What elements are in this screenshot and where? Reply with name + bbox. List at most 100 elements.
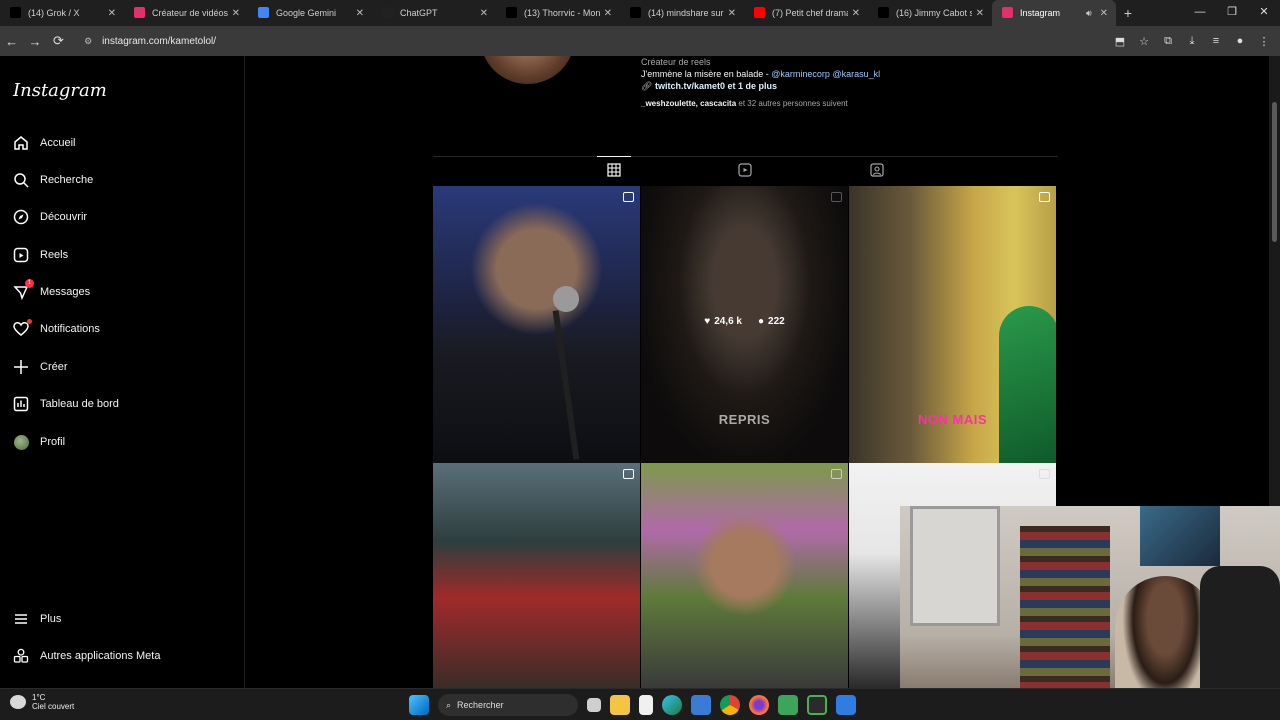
sidebar-item-label: Découvrir bbox=[40, 211, 88, 223]
browser-tab[interactable]: (14) Grok / X ✕ bbox=[0, 0, 124, 26]
site-info-icon[interactable]: ⚙ bbox=[84, 36, 96, 47]
address-bar-row: ← → ⟳ ⚙ instagram.com/kametolol/ ⬒ ☆ ⧉ ⤓… bbox=[0, 26, 1280, 56]
profile-avatar-wrap bbox=[12, 433, 30, 451]
browser-tab[interactable]: (13) Thorrvic - Monte ✕ bbox=[496, 0, 620, 26]
tab-title: (16) Jimmy Cabot sur bbox=[896, 8, 972, 18]
taskbar-search[interactable]: ⌕ Rechercher bbox=[438, 694, 578, 716]
likes-count: ♥ 24,6 k bbox=[704, 316, 742, 327]
media-controls-icon[interactable]: ≡ bbox=[1204, 35, 1228, 48]
close-tab-icon[interactable]: ✕ bbox=[976, 8, 984, 19]
chrome-icon[interactable] bbox=[720, 695, 740, 715]
close-tab-icon[interactable]: ✕ bbox=[480, 8, 488, 19]
grid-post[interactable]: NON MAIS bbox=[849, 186, 1056, 463]
bio-link-row[interactable]: 🔗︎ twitch.tv/kamet0 et 1 de plus bbox=[641, 80, 880, 92]
notification-dot bbox=[27, 319, 32, 324]
mention-link[interactable]: @karminecorp bbox=[771, 69, 830, 79]
weather-temp: 1°C bbox=[32, 693, 46, 702]
tab-title: (14) mindshare sur X bbox=[648, 8, 724, 18]
app-icon-2[interactable] bbox=[836, 695, 856, 715]
scrollbar-thumb[interactable] bbox=[1272, 102, 1277, 242]
sidebar-item-meta-apps[interactable]: Autres applications Meta bbox=[12, 641, 232, 671]
download-icon[interactable]: ⤓ bbox=[1180, 35, 1204, 48]
browser-tab[interactable]: Google Gemini ✕ bbox=[248, 0, 372, 26]
window-controls: — ❐ ✕ bbox=[1184, 0, 1280, 26]
close-tab-icon[interactable]: ✕ bbox=[1100, 8, 1108, 19]
grid-post[interactable] bbox=[433, 186, 640, 463]
browser-tab[interactable]: (16) Jimmy Cabot sur ✕ bbox=[868, 0, 992, 26]
close-tab-icon[interactable]: ✕ bbox=[356, 8, 364, 19]
sidebar-item-tableau-de-bord[interactable]: Tableau de bord bbox=[12, 389, 232, 419]
heart-filled-icon: ♥ bbox=[704, 316, 711, 327]
windows-start-icon[interactable] bbox=[409, 695, 429, 715]
external-link[interactable]: twitch.tv/kamet0 et 1 de plus bbox=[655, 81, 777, 91]
close-tab-icon[interactable]: ✕ bbox=[852, 8, 860, 19]
file-explorer-icon[interactable] bbox=[610, 695, 630, 715]
store-icon[interactable] bbox=[691, 695, 711, 715]
bio-text: J'emmène la misère en balade - bbox=[641, 69, 772, 79]
sidebar-item-notifications[interactable]: Notifications bbox=[12, 314, 232, 344]
close-tab-icon[interactable]: ✕ bbox=[728, 8, 736, 19]
profile-picture[interactable] bbox=[480, 56, 575, 84]
grid-icon bbox=[607, 163, 621, 177]
close-tab-icon[interactable]: ✕ bbox=[232, 8, 240, 19]
weather-widget[interactable]: 1°C Ciel couvert bbox=[10, 693, 74, 711]
sidebar-item-reels[interactable]: Reels bbox=[12, 240, 232, 270]
sidebar-item-creer[interactable]: Créer bbox=[12, 352, 232, 382]
grid-post[interactable] bbox=[433, 463, 640, 688]
close-tab-icon[interactable]: ✕ bbox=[604, 8, 612, 19]
new-tab-button[interactable]: + bbox=[1116, 5, 1140, 21]
grid-post[interactable]: ♥ 24,6 k ● 222 REPRIS bbox=[641, 186, 848, 463]
sidebar-item-decouvrir[interactable]: Découvrir bbox=[12, 202, 232, 232]
cloud-icon bbox=[10, 695, 26, 709]
grid-post[interactable] bbox=[641, 463, 848, 688]
instagram-icon bbox=[1002, 7, 1013, 18]
browser-menu-icon[interactable]: ⋮ bbox=[1252, 35, 1276, 48]
task-view-icon[interactable] bbox=[587, 698, 601, 712]
browser-tab[interactable]: Créateur de vidéos e ✕ bbox=[124, 0, 248, 26]
browser-tab-strip: (14) Grok / X ✕ Créateur de vidéos e ✕ Googl… bbox=[0, 0, 1280, 26]
reload-icon[interactable]: ⟳ bbox=[47, 33, 70, 49]
mention-link[interactable]: @karasu_kl bbox=[832, 69, 880, 79]
extensions-icon[interactable]: ⧉ bbox=[1156, 35, 1180, 48]
edge-icon[interactable] bbox=[662, 695, 682, 715]
minimize-icon[interactable]: — bbox=[1184, 0, 1216, 26]
sidebar-item-messages[interactable]: 1 Messages bbox=[12, 277, 232, 307]
search-icon: ⌕ bbox=[446, 699, 452, 710]
profile-category: Créateur de reels bbox=[641, 57, 711, 67]
tab-reels[interactable] bbox=[738, 163, 752, 177]
tab-tagged[interactable] bbox=[870, 163, 884, 177]
sidebar-item-recherche[interactable]: Recherche bbox=[12, 165, 232, 195]
back-icon[interactable]: ← bbox=[0, 34, 23, 49]
x-icon bbox=[878, 7, 889, 18]
browser-tab[interactable]: (7) Petit chef drama c ✕ bbox=[744, 0, 868, 26]
profile-icon[interactable]: ● bbox=[1228, 35, 1252, 48]
taskbar-search-placeholder: Rechercher bbox=[457, 700, 504, 710]
browser-tab[interactable]: Instagram 🔊︎ ✕ bbox=[992, 0, 1116, 26]
followed-by[interactable]: _weshzoulette, cascacita et 32 autres pe… bbox=[641, 98, 880, 110]
install-app-icon[interactable]: ⬒ bbox=[1108, 35, 1132, 48]
firefox-icon[interactable] bbox=[749, 695, 769, 715]
sidebar-item-profil[interactable]: Profil bbox=[12, 427, 232, 457]
close-tab-icon[interactable]: ✕ bbox=[108, 8, 116, 19]
sidebar-item-accueil[interactable]: Accueil bbox=[12, 128, 232, 158]
sidebar-item-label: Créer bbox=[40, 361, 68, 373]
browser-tab[interactable]: (14) mindshare sur X ✕ bbox=[620, 0, 744, 26]
browser-tab[interactable]: ChatGPT ✕ bbox=[372, 0, 496, 26]
instagram-logo[interactable]: Instagram bbox=[13, 80, 107, 101]
app-icon[interactable] bbox=[807, 695, 827, 715]
notepad-icon[interactable] bbox=[639, 695, 653, 715]
chatgpt-icon bbox=[382, 7, 393, 18]
maximize-icon[interactable]: ❐ bbox=[1216, 0, 1248, 26]
link-icon: 🔗︎ bbox=[641, 81, 653, 91]
url-bar[interactable]: ⚙ instagram.com/kametolol/ bbox=[76, 30, 1108, 52]
tab-title: (14) Grok / X bbox=[28, 8, 80, 18]
tab-audio-icon[interactable]: 🔊︎ bbox=[1086, 8, 1092, 19]
close-window-icon[interactable]: ✕ bbox=[1248, 0, 1280, 26]
sidebar-item-plus[interactable]: Plus bbox=[12, 604, 232, 634]
discord-icon[interactable] bbox=[778, 695, 798, 715]
bio-line: J'emmène la misère en balade - @karminec… bbox=[641, 68, 880, 80]
bookmark-star-icon[interactable]: ☆ bbox=[1132, 35, 1156, 48]
tab-posts[interactable] bbox=[597, 156, 631, 177]
followed-names: _weshzoulette, cascacita bbox=[641, 99, 737, 108]
forward-icon[interactable]: → bbox=[23, 34, 46, 49]
